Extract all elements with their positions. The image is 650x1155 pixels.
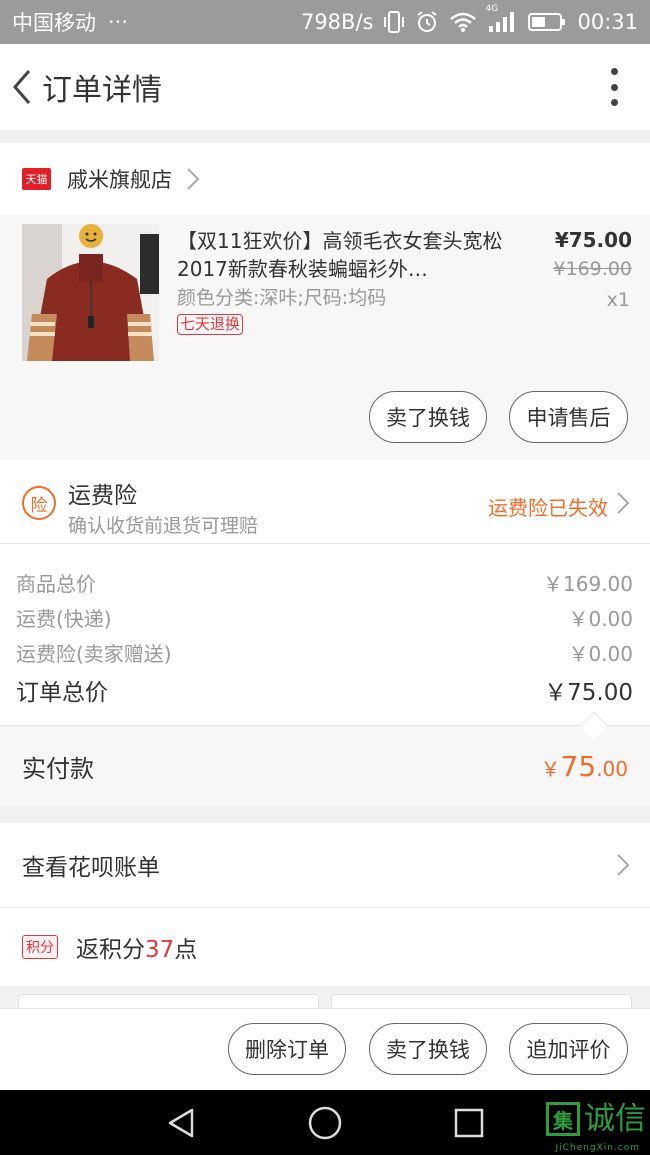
product-original-price: ¥169.00 — [553, 258, 632, 280]
product-attributes: 颜色分类:深咔;尺码:均码 — [177, 287, 387, 309]
more-options-button[interactable] — [606, 68, 622, 106]
amount-decimal: .00 — [596, 756, 628, 781]
alarm-icon — [415, 10, 439, 34]
notification-dots: ··· — [108, 10, 129, 34]
sell-for-cash-button[interactable]: 卖了换钱 — [369, 391, 487, 443]
chevron-right-icon — [617, 492, 630, 514]
summary-value: ￥0.00 — [568, 642, 633, 666]
summary-value: ￥169.00 — [543, 572, 633, 596]
clock-time: 00:31 — [577, 10, 638, 34]
points-text: 返积分37点 — [76, 930, 197, 964]
battery-icon — [527, 11, 567, 33]
summary-row: 运费(快递) ￥0.00 — [16, 603, 633, 632]
more-dot-icon — [610, 99, 618, 106]
page-title: 订单详情 — [42, 73, 162, 108]
nav-recents-button[interactable] — [429, 1090, 509, 1155]
chevron-right-icon — [617, 854, 630, 876]
watermark-text: 诚信 — [584, 1101, 646, 1137]
network-speed: 798B/s — [300, 10, 374, 34]
order-detail-screen: 中国移动 ··· 798B/s 4G 00:31 订单详情 天猫 戚米旗舰店 【… — [0, 0, 650, 1155]
circle-home-icon — [308, 1106, 342, 1139]
vibrate-icon — [383, 10, 405, 34]
order-total-label: 订单总价 — [16, 680, 108, 706]
product-title[interactable]: 【双11狂欢价】高领毛衣女套头宽松2017新款春秋装蝙蝠衫外… — [177, 227, 507, 283]
site-watermark: 集 诚信 — [546, 1102, 646, 1136]
nav-back-button[interactable] — [141, 1090, 221, 1155]
return-policy-badge: 七天退换 — [177, 314, 244, 335]
more-dot-icon — [610, 68, 618, 75]
bottom-action-bar: 删除订单 卖了换钱 追加评价 — [0, 1008, 650, 1090]
currency-symbol: ￥ — [540, 756, 561, 781]
carrier-name: 中国移动 — [12, 11, 96, 35]
summary-row: 商品总价 ￥169.00 — [16, 568, 633, 597]
triangle-back-icon — [168, 1108, 194, 1137]
signal-icon: 4G — [485, 4, 517, 34]
points-value: 37 — [145, 937, 175, 963]
product-image[interactable] — [22, 224, 159, 361]
chevron-right-icon — [187, 168, 200, 190]
points-row: 积分 返积分37点 — [0, 908, 650, 986]
order-total-row: 订单总价 ￥75.00 — [16, 673, 633, 707]
price-summary: 商品总价 ￥169.00 运费(快递) ￥0.00 运费险(卖家赠送) ￥0.0… — [0, 544, 650, 726]
huabei-bill-row[interactable]: 查看花呗账单 — [0, 823, 650, 908]
tmall-badge: 天猫 — [22, 168, 51, 190]
add-review-button[interactable]: 追加评价 — [509, 1023, 628, 1075]
summary-row: 运费险(卖家赠送) ￥0.00 — [16, 638, 633, 667]
more-dot-icon — [610, 83, 618, 91]
watermark-logo: 集 — [546, 1102, 580, 1136]
order-total-value: ￥75.00 — [544, 680, 633, 706]
watermark-domain: JiChengXin.com — [555, 1143, 640, 1153]
nav-home-button[interactable] — [285, 1090, 365, 1155]
insurance-subtitle: 确认收货前退货可理赔 — [68, 515, 259, 537]
insurance-title: 运费险 — [68, 483, 137, 509]
amount-paid-label: 实付款 — [22, 754, 94, 783]
shop-name: 戚米旗舰店 — [67, 168, 172, 192]
points-suffix: 点 — [174, 937, 198, 963]
shipping-insurance-row[interactable]: 险 运费险 确认收货前退货可理赔 运费险已失效 — [0, 460, 650, 544]
amount-integer: 75 — [560, 749, 597, 783]
network-type: 4G — [485, 4, 499, 14]
insurance-icon: 险 — [22, 486, 56, 520]
amount-paid-row: 实付款 ￥75.00 — [0, 727, 650, 805]
delete-order-button[interactable]: 删除订单 — [228, 1023, 346, 1075]
after-sales-button[interactable]: 申请售后 — [509, 391, 628, 443]
product-item[interactable]: 【双11狂欢价】高领毛衣女套头宽松2017新款春秋装蝙蝠衫外… 颜色分类:深咔;… — [0, 215, 650, 460]
amount-paid-value: ￥75.00 — [541, 750, 628, 783]
product-quantity: x1 — [606, 289, 630, 311]
summary-label: 运费险(卖家赠送) — [16, 642, 172, 666]
chevron-left-icon — [13, 70, 31, 104]
points-badge-icon: 积分 — [22, 935, 58, 959]
sell-for-cash-button[interactable]: 卖了换钱 — [369, 1023, 487, 1075]
summary-label: 运费(快递) — [16, 607, 112, 631]
wifi-icon — [449, 11, 477, 33]
square-recents-icon — [454, 1108, 484, 1137]
status-bar: 中国移动 ··· 798B/s 4G 00:31 — [0, 0, 650, 44]
huabei-bill-label: 查看花呗账单 — [22, 855, 160, 881]
title-bar: 订单详情 — [0, 44, 650, 130]
back-button[interactable] — [2, 44, 42, 130]
summary-label: 商品总价 — [16, 572, 96, 596]
shop-row[interactable]: 天猫 戚米旗舰店 — [0, 143, 650, 215]
insurance-status: 运费险已失效 — [488, 496, 608, 520]
summary-value: ￥0.00 — [568, 607, 633, 631]
product-price: ¥75.00 — [554, 228, 632, 252]
points-prefix: 返积分 — [76, 937, 145, 963]
